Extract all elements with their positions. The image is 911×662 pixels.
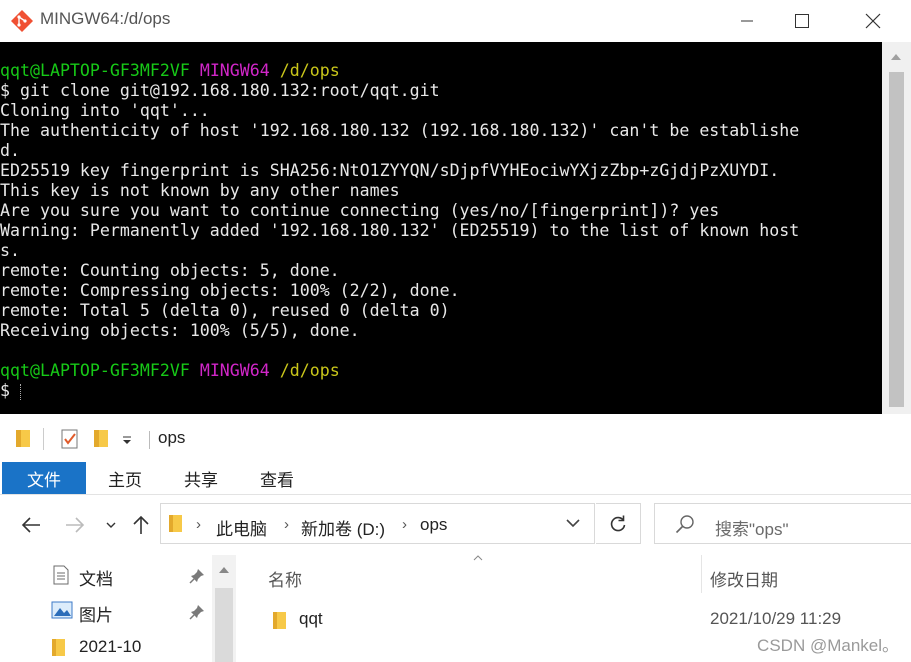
sidebar-item-2021-10[interactable]: 2021-10	[0, 629, 212, 662]
navigation-pane-scrollbar[interactable]	[212, 555, 236, 662]
ribbon-tabs: 文件 主页 共享 查看	[0, 462, 911, 495]
prompt-shell: MINGW64	[199, 361, 270, 380]
properties-icon[interactable]	[61, 429, 79, 449]
terminal-line: remote: Total 5 (delta 0), reused 0 (del…	[0, 301, 450, 320]
customize-dropdown-icon[interactable]	[122, 436, 132, 446]
prompt-shell: MINGW64	[199, 61, 270, 80]
scroll-up-arrow-icon[interactable]	[891, 54, 901, 60]
sort-ascending-icon	[473, 555, 483, 561]
scrollbar-thumb[interactable]	[889, 72, 904, 407]
terminal-line: remote: Compressing objects: 100% (2/2),…	[0, 281, 460, 300]
navigation-bar: › 此电脑 › 新加卷 (D:) › ops 搜索"ops"	[0, 495, 911, 555]
arrow-right-icon	[66, 517, 85, 533]
breadcrumb-separator-icon[interactable]: ›	[402, 516, 407, 533]
folder-icon	[273, 612, 286, 629]
pin-icon[interactable]	[189, 568, 205, 584]
recent-locations-button[interactable]	[103, 511, 119, 539]
maximize-icon	[795, 14, 809, 28]
prompt-symbol: $	[0, 381, 10, 400]
prompt-user: qqt@LAPTOP-GF3MF2VF	[0, 361, 190, 380]
new-folder-icon[interactable]	[93, 428, 111, 448]
tab-share[interactable]: 共享	[168, 462, 234, 494]
text-cursor	[20, 383, 21, 400]
search-input[interactable]: 搜索"ops"	[654, 503, 911, 544]
toolbar-divider	[43, 428, 44, 450]
terminal-line: $ git clone git@192.168.180.132:root/qqt…	[0, 81, 440, 100]
chevron-down-icon	[106, 522, 116, 528]
terminal-line: Warning: Permanently added '192.168.180.…	[0, 221, 800, 240]
minimize-icon	[741, 20, 753, 22]
forward-button[interactable]	[62, 511, 88, 539]
breadcrumb-ops[interactable]: ops	[420, 515, 447, 535]
search-placeholder: 搜索"ops"	[715, 520, 789, 539]
prompt-user: qqt@LAPTOP-GF3MF2VF	[0, 61, 190, 80]
up-button[interactable]	[130, 511, 152, 539]
scroll-up-arrow-icon[interactable]	[219, 567, 229, 573]
refresh-button[interactable]	[596, 503, 641, 544]
sidebar-item-label: 图片	[79, 606, 113, 625]
terminal-line: The authenticity of host '192.168.180.13…	[0, 121, 800, 140]
terminal-output[interactable]: qqt@LAPTOP-GF3MF2VF MINGW64 /d/ops $ git…	[0, 42, 882, 414]
tab-view[interactable]: 查看	[244, 462, 310, 494]
terminal-scrollbar[interactable]	[882, 42, 911, 414]
picture-icon	[51, 601, 73, 619]
breadcrumb-separator-icon[interactable]: ›	[284, 516, 289, 533]
scrollbar-thumb[interactable]	[215, 588, 233, 662]
navigation-pane: 文档 图片 2021-10	[0, 555, 238, 662]
close-icon	[865, 13, 881, 29]
folder-icon	[16, 430, 30, 447]
minimize-button[interactable]	[720, 0, 774, 42]
breadcrumb-separator-icon: ›	[196, 516, 201, 533]
file-modified-date: 2021/10/29 11:29	[710, 609, 842, 628]
close-button[interactable]	[846, 0, 900, 42]
tab-file[interactable]: 文件	[2, 462, 86, 494]
watermark: CSDN @Mankel。	[757, 636, 899, 655]
terminal-prompt-line: qqt@LAPTOP-GF3MF2VF MINGW64 /d/ops	[0, 61, 882, 81]
git-logo-icon	[11, 10, 33, 32]
terminal-line: Receiving objects: 100% (5/5), done.	[0, 321, 360, 340]
column-header-modified[interactable]: 修改日期	[710, 566, 778, 591]
arrow-up-icon	[133, 515, 149, 534]
arrow-left-icon	[21, 517, 40, 533]
folder-icon	[52, 639, 65, 656]
refresh-icon	[610, 515, 626, 531]
sidebar-item-label: 文档	[79, 570, 113, 589]
chevron-down-icon[interactable]	[566, 518, 580, 528]
terminal-line: remote: Counting objects: 5, done.	[0, 261, 340, 280]
document-icon	[53, 565, 69, 585]
window-title: ops	[158, 428, 186, 447]
breadcrumb-drive[interactable]: 新加卷 (D:)	[301, 515, 385, 540]
sidebar-item-pictures[interactable]: 图片	[0, 593, 212, 629]
terminal-line: s.	[0, 241, 20, 260]
search-icon	[675, 515, 694, 534]
terminal-line: Are you sure you want to continue connec…	[0, 201, 720, 220]
terminal-prompt-line: qqt@LAPTOP-GF3MF2VF MINGW64 /d/ops	[0, 361, 882, 381]
folder-icon	[169, 515, 182, 532]
back-button[interactable]	[18, 511, 44, 539]
pin-icon[interactable]	[189, 604, 205, 620]
column-header-name[interactable]: 名称	[268, 566, 302, 591]
quick-access-toolbar: ops	[0, 414, 911, 462]
terminal-title: MINGW64:/d/ops	[40, 9, 171, 28]
column-divider[interactable]	[701, 555, 702, 593]
file-list: 名称 修改日期 qqt 2021/10/29 11:29 CSDN @Manke…	[238, 555, 911, 662]
tab-home[interactable]: 主页	[90, 462, 160, 494]
terminal-line: d.	[0, 141, 20, 160]
address-bar[interactable]: › 此电脑 › 新加卷 (D:) › ops	[160, 503, 595, 544]
prompt-path: /d/ops	[279, 361, 340, 380]
terminal-line: ED25519 key fingerprint is SHA256:NtO1ZY…	[0, 161, 780, 180]
sidebar-item-label: 2021-10	[79, 637, 142, 656]
maximize-button[interactable]	[775, 0, 829, 42]
terminal-line: This key is not known by any other names	[0, 181, 400, 200]
file-name: qqt	[299, 609, 323, 628]
toolbar-divider	[149, 431, 150, 449]
terminal-titlebar: MINGW64:/d/ops	[0, 0, 911, 42]
breadcrumb-this-pc[interactable]: 此电脑	[216, 515, 267, 540]
terminal-line: Cloning into 'qqt'...	[0, 101, 210, 120]
prompt-path: /d/ops	[279, 61, 340, 80]
terminal-input-line[interactable]: $	[0, 381, 882, 401]
sidebar-item-documents[interactable]: 文档	[0, 557, 212, 593]
